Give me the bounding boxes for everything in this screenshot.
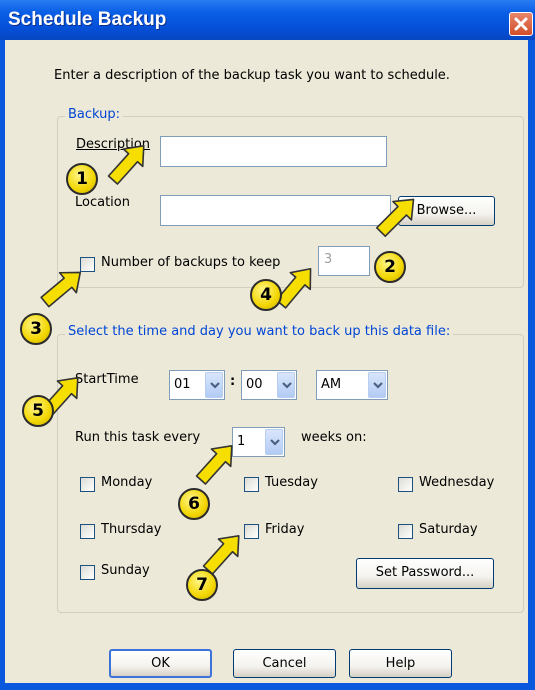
yellow-arrow-icon — [190, 436, 243, 490]
yellow-arrow-icon — [371, 189, 424, 242]
yellow-arrow-icon — [35, 261, 90, 313]
schedule-backup-window: Schedule Backup Enter a description of t… — [0, 0, 535, 690]
title-bar: Schedule Backup — [0, 0, 535, 40]
callout-4: 4 — [250, 279, 282, 311]
callout-3: 3 — [20, 313, 52, 345]
annotation-arrows — [35, 136, 424, 580]
callout-1: 1 — [66, 163, 98, 195]
callout-5: 5 — [22, 395, 54, 427]
callout-6: 6 — [178, 488, 210, 520]
close-x-icon — [514, 17, 528, 31]
callout-2: 2 — [374, 251, 406, 283]
dialog-body: Enter a description of the backup task y… — [5, 40, 528, 683]
window-title: Schedule Backup — [8, 9, 167, 30]
callout-7: 7 — [186, 569, 218, 601]
yellow-arrow-icon — [102, 136, 155, 190]
close-button[interactable] — [509, 12, 533, 36]
